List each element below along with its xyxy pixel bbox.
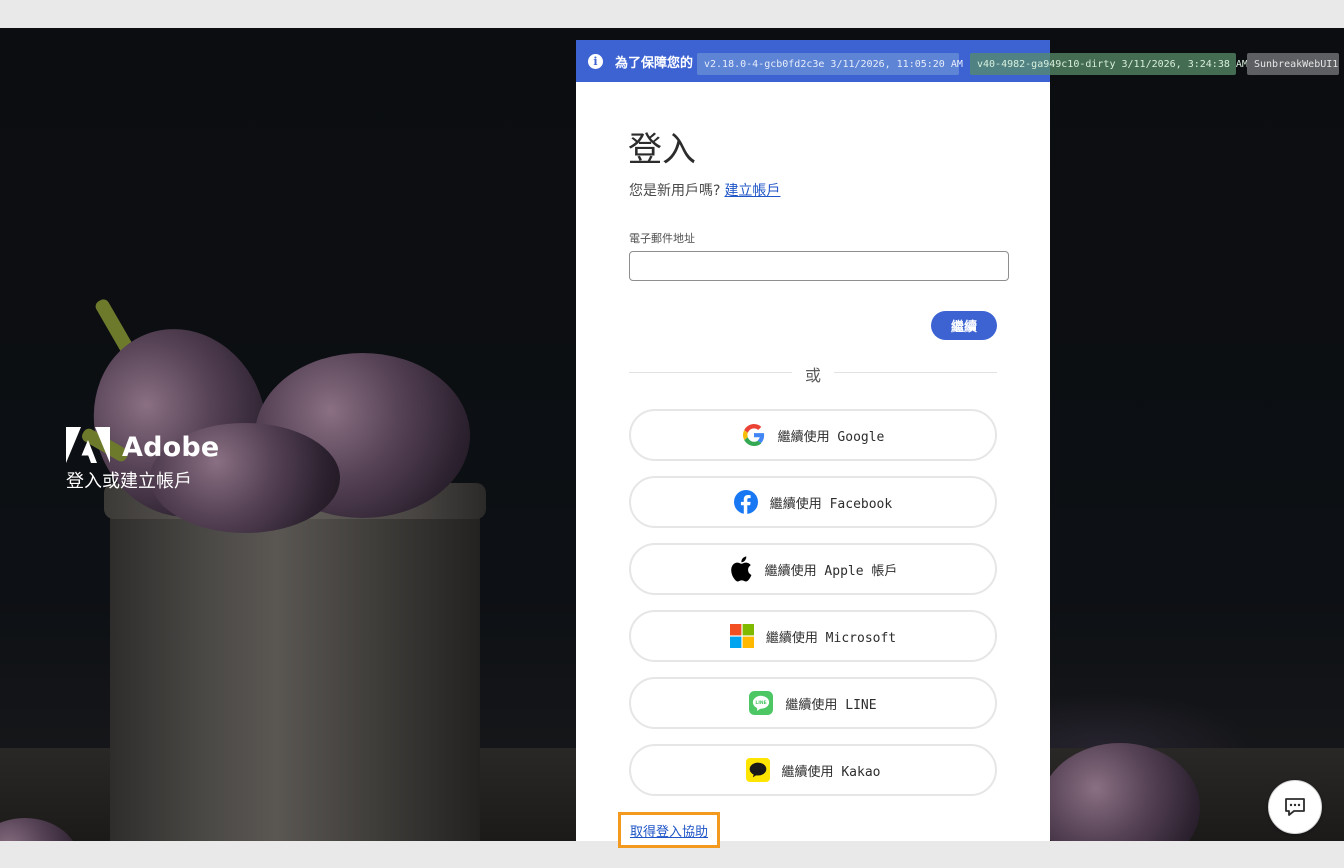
chat-button[interactable] bbox=[1268, 780, 1322, 834]
kakao-button-label: 繼續使用 Kakao bbox=[781, 764, 881, 780]
microsoft-button-label: 繼續使用 Microsoft bbox=[765, 630, 897, 646]
version-tag: SunbreakWebUI1 bbox=[1247, 53, 1339, 75]
google-button-label: 繼續使用 Google bbox=[777, 429, 885, 445]
google-signin-button[interactable]: 繼續使用 Google bbox=[629, 409, 997, 461]
microsoft-icon bbox=[729, 624, 754, 648]
apple-signin-button[interactable]: 繼續使用 Apple 帳戶 bbox=[629, 543, 997, 595]
line-signin-button[interactable]: LINE 繼續使用 LINE bbox=[629, 677, 997, 729]
line-button-label: 繼續使用 LINE bbox=[785, 697, 877, 713]
page-title: 登入 bbox=[628, 130, 696, 170]
facebook-icon bbox=[733, 490, 758, 514]
sign-in-help-link[interactable]: 取得登入協助 bbox=[630, 821, 708, 840]
or-divider: 或 bbox=[629, 362, 997, 385]
apple-button-label: 繼續使用 Apple 帳戶 bbox=[764, 563, 898, 579]
kakao-icon bbox=[745, 758, 770, 782]
pot bbox=[110, 493, 480, 841]
new-user-text: 您是新用戶嗎? bbox=[629, 183, 721, 199]
apple-icon bbox=[729, 556, 753, 582]
continue-button[interactable]: 繼續 bbox=[931, 311, 997, 340]
google-icon bbox=[742, 423, 766, 447]
brand-subtitle: 登入或建立帳戶 bbox=[66, 471, 192, 492]
new-user-prompt: 您是新用戶嗎? 建立帳戶 bbox=[629, 180, 780, 200]
brand-name: Adobe bbox=[122, 431, 220, 463]
email-label: 電子郵件地址 bbox=[629, 232, 695, 245]
sign-in-card: i 為了保障您的 登入 您是新用戶嗎? 建立帳戶 電子郵件地址 繼續 或 繼續使用… bbox=[576, 40, 1050, 841]
info-banner-text: 為了保障您的 bbox=[615, 55, 694, 71]
chat-icon bbox=[1285, 798, 1305, 816]
info-icon: i bbox=[588, 53, 603, 69]
email-field[interactable] bbox=[629, 251, 1009, 281]
facebook-signin-button[interactable]: 繼續使用 Facebook bbox=[629, 476, 997, 528]
microsoft-signin-button[interactable]: 繼續使用 Microsoft bbox=[629, 610, 997, 662]
adobe-logo-icon bbox=[66, 427, 110, 463]
kakao-signin-button[interactable]: 繼續使用 Kakao bbox=[629, 744, 997, 796]
sign-in-help-highlight: 取得登入協助 bbox=[618, 812, 720, 848]
divider-line bbox=[834, 372, 997, 373]
facebook-button-label: 繼續使用 Facebook bbox=[769, 496, 893, 512]
svg-text:LINE: LINE bbox=[756, 700, 767, 706]
brand-block: Adobe 登入或建立帳戶 bbox=[66, 427, 219, 493]
create-account-link[interactable]: 建立帳戶 bbox=[724, 183, 780, 199]
line-icon: LINE bbox=[749, 691, 774, 715]
version-tag: v2.18.0-4-gcb0fd2c3e 3/11/2026, 11:05:20… bbox=[697, 53, 963, 75]
or-label: 或 bbox=[804, 366, 821, 385]
version-tag: v40-4982-ga949c10-dirty 3/11/2026, 3:24:… bbox=[970, 53, 1248, 75]
